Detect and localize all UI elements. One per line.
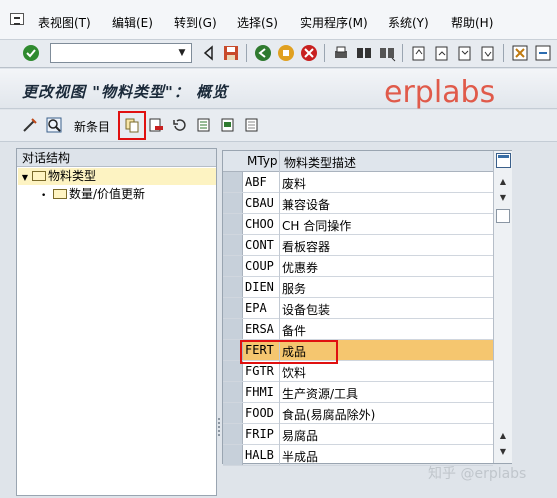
row-selector[interactable] bbox=[223, 256, 243, 276]
undo-change-icon[interactable] bbox=[172, 117, 188, 133]
menu-system[interactable]: 系统(Y) bbox=[388, 14, 429, 31]
highlight-box-fert bbox=[240, 340, 338, 364]
cell-description[interactable]: 食品(易腐品除外) bbox=[282, 406, 375, 423]
menu-goto[interactable]: 转到(G) bbox=[174, 14, 217, 31]
tree-node-label: 物料类型 bbox=[48, 169, 97, 183]
scroll-up-bottom-icon[interactable]: ▲ bbox=[496, 429, 510, 443]
menu-edit[interactable]: 编辑(E) bbox=[112, 14, 153, 31]
row-selector[interactable] bbox=[223, 361, 243, 381]
row-selector[interactable] bbox=[223, 214, 243, 234]
row-selector[interactable] bbox=[223, 172, 243, 192]
cell-description[interactable]: 备件 bbox=[282, 322, 306, 339]
cell-description[interactable]: 生产资源/工具 bbox=[282, 385, 358, 402]
cell-description[interactable]: 优惠券 bbox=[282, 259, 318, 276]
scroll-down-small-icon[interactable]: ▼ bbox=[496, 191, 510, 205]
arrow-left-icon[interactable] bbox=[200, 44, 218, 62]
page-title: 更改视图 "物料类型"： 概览 bbox=[22, 83, 229, 101]
menu-utilities[interactable]: 实用程序(M) bbox=[300, 14, 368, 31]
select-block-icon[interactable] bbox=[220, 117, 236, 133]
first-page-icon[interactable] bbox=[410, 44, 428, 62]
folder-icon bbox=[53, 189, 67, 199]
menu-table-view[interactable]: 表视图(T) bbox=[38, 14, 91, 31]
cell-description[interactable]: 服务 bbox=[282, 280, 306, 297]
expand-triangle-icon[interactable]: ▼ bbox=[18, 169, 32, 186]
save-icon[interactable] bbox=[222, 44, 240, 62]
cell-description[interactable]: 看板容器 bbox=[282, 238, 330, 255]
last-page-icon[interactable] bbox=[479, 44, 497, 62]
scroll-thumb[interactable] bbox=[496, 209, 510, 223]
splitter-grip[interactable] bbox=[218, 418, 220, 436]
scroll-up-icon[interactable]: ▲ bbox=[496, 175, 510, 189]
scroll-down-icon[interactable]: ▼ bbox=[496, 445, 510, 459]
row-selector[interactable] bbox=[223, 424, 243, 444]
cell-description[interactable]: 兼容设备 bbox=[282, 196, 330, 213]
display-change-icon[interactable] bbox=[22, 117, 38, 133]
footer-watermark: 知乎 @erplabs bbox=[428, 466, 527, 482]
enter-check-icon[interactable] bbox=[22, 44, 40, 62]
highlight-box-copy bbox=[118, 111, 146, 140]
menu-icon[interactable] bbox=[10, 13, 24, 25]
cancel-icon[interactable] bbox=[300, 44, 318, 62]
watermark: erplabs bbox=[384, 75, 496, 110]
dialog-structure-header: 对话结构 bbox=[17, 149, 216, 167]
shortcut-icon[interactable] bbox=[534, 44, 552, 62]
dialog-structure-panel: 对话结构 ▼ 物料类型 • 数量/价值更新 bbox=[16, 148, 217, 496]
exit-icon[interactable] bbox=[277, 44, 295, 62]
chevron-down-icon[interactable]: ▼ bbox=[175, 46, 189, 60]
find-next-icon[interactable] bbox=[378, 44, 396, 62]
row-selector[interactable] bbox=[223, 235, 243, 255]
cell-description[interactable]: 设备包装 bbox=[282, 301, 330, 318]
cell-description[interactable]: 易腐品 bbox=[282, 427, 318, 444]
menu-select[interactable]: 选择(S) bbox=[237, 14, 278, 31]
new-entries-button[interactable]: 新条目 bbox=[74, 118, 110, 135]
cell-description[interactable]: CH 合同操作 bbox=[282, 217, 351, 234]
application-toolbar: 新条目 bbox=[0, 110, 557, 142]
row-selector[interactable] bbox=[223, 193, 243, 213]
menu-bar: 表视图(T) 编辑(E) 转到(G) 选择(S) 实用程序(M) 系统(Y) 帮… bbox=[0, 0, 557, 40]
tree-node-label: 数量/价值更新 bbox=[69, 187, 146, 201]
print-icon[interactable] bbox=[332, 44, 350, 62]
menu-help[interactable]: 帮助(H) bbox=[451, 14, 493, 31]
other-view-icon[interactable] bbox=[46, 117, 62, 133]
row-selector[interactable] bbox=[223, 277, 243, 297]
row-selector[interactable] bbox=[223, 382, 243, 402]
next-page-icon[interactable] bbox=[456, 44, 474, 62]
back-icon[interactable] bbox=[254, 44, 272, 62]
standard-toolbar: ▼ bbox=[0, 40, 557, 68]
screen-title-bar: 更改视图 "物料类型"： 概览 erplabs bbox=[0, 69, 557, 110]
bullet-icon: • bbox=[41, 191, 47, 201]
column-header-description[interactable]: 物料类型描述 bbox=[284, 154, 356, 171]
folder-open-icon bbox=[32, 171, 46, 181]
row-selector[interactable] bbox=[223, 445, 243, 465]
find-icon[interactable] bbox=[355, 44, 373, 62]
previous-page-icon[interactable] bbox=[433, 44, 451, 62]
column-settings-icon[interactable] bbox=[496, 153, 511, 168]
row-selector[interactable] bbox=[223, 319, 243, 339]
tree-node-material-types[interactable]: ▼ 物料类型 bbox=[18, 168, 216, 185]
column-separator bbox=[243, 151, 280, 465]
row-selector[interactable] bbox=[223, 298, 243, 318]
row-selector[interactable] bbox=[223, 403, 243, 423]
vertical-scrollbar[interactable]: ▲ ▼ ▲ ▼ bbox=[493, 151, 512, 463]
cell-description[interactable]: 半成品 bbox=[282, 448, 318, 465]
cell-description[interactable]: 废料 bbox=[282, 175, 306, 192]
material-types-table: MTyp 物料类型描述 ABF 废料 CBAU 兼容设备 CHOO CH 合同操作 CONT… bbox=[222, 150, 512, 466]
new-session-icon[interactable] bbox=[511, 44, 529, 62]
deselect-all-icon[interactable] bbox=[244, 117, 260, 133]
tree-node-quantity-value-update[interactable]: • 数量/价值更新 bbox=[41, 186, 145, 203]
cell-description[interactable]: 饮料 bbox=[282, 364, 306, 381]
delete-icon[interactable] bbox=[148, 117, 164, 133]
select-all-icon[interactable] bbox=[196, 117, 212, 133]
command-field[interactable]: ▼ bbox=[50, 43, 192, 63]
